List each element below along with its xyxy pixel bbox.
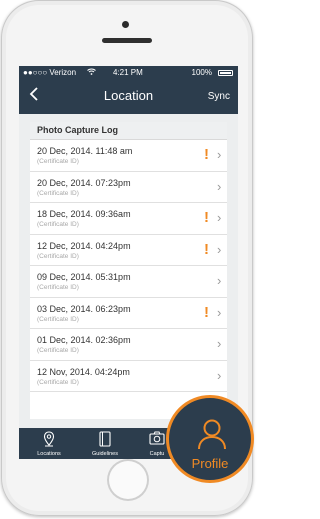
map-pin-icon xyxy=(43,431,55,452)
row-certificate: (Certificate ID) xyxy=(37,189,79,197)
row-certificate: (Certificate ID) xyxy=(37,378,79,386)
row-date: 03 Dec, 2014. 06:23pm xyxy=(37,303,131,314)
status-bar: ●●○○○ Verizon 4:21 PM 100% xyxy=(19,66,238,80)
warning-icon: ! xyxy=(204,146,209,163)
home-button[interactable] xyxy=(107,459,149,501)
profile-tab-highlight[interactable]: Profile xyxy=(166,395,254,483)
status-time: 4:21 PM xyxy=(113,68,143,77)
warning-icon: ! xyxy=(204,240,209,258)
card-header: Photo Capture Log xyxy=(30,122,227,140)
tab-locations[interactable]: Locations xyxy=(21,428,77,459)
log-list: 20 Dec, 2014. 11:48 am (Certificate ID) … xyxy=(30,140,227,392)
warning-icon: ! xyxy=(204,209,209,226)
log-row[interactable]: 09 Dec, 2014. 05:31pm (Certificate ID) › xyxy=(30,266,227,298)
chevron-right-icon: › xyxy=(217,178,222,194)
tab-label: Locations xyxy=(37,451,61,457)
row-date: 20 Dec, 2014. 11:48 am xyxy=(37,146,133,156)
row-certificate: (Certificate ID) xyxy=(37,284,79,291)
log-row[interactable]: 12 Nov, 2014. 04:24pm (Certificate ID) › xyxy=(30,361,227,392)
warning-icon: ! xyxy=(204,303,209,321)
log-row[interactable]: 20 Dec, 2014. 11:48 am (Certificate ID) … xyxy=(30,140,227,172)
row-certificate: (Certificate ID) xyxy=(37,252,79,260)
card-title: Photo Capture Log xyxy=(37,125,118,135)
camera-icon xyxy=(149,431,165,450)
row-date: 09 Dec, 2014. 05:31pm xyxy=(37,272,131,282)
log-row[interactable]: 20 Dec, 2014. 07:23pm (Certificate ID) › xyxy=(30,172,227,203)
row-certificate: (Certificate ID) xyxy=(37,221,79,228)
log-row[interactable]: 12 Dec, 2014. 04:24pm (Certificate ID) !… xyxy=(30,235,227,266)
chevron-right-icon: › xyxy=(217,304,222,320)
tab-guidelines[interactable]: Guidelines xyxy=(77,428,133,459)
tab-label: Guidelines xyxy=(92,451,118,457)
photo-log-card: Photo Capture Log 20 Dec, 2014. 11:48 am… xyxy=(30,122,227,419)
chevron-right-icon: › xyxy=(217,210,222,225)
log-row[interactable]: 03 Dec, 2014. 06:23pm (Certificate ID) !… xyxy=(30,298,227,329)
row-certificate: (Certificate ID) xyxy=(37,158,79,165)
carrier-label: ●●○○○ Verizon xyxy=(23,68,77,77)
chevron-right-icon: › xyxy=(217,273,222,288)
profile-tab-label: Profile xyxy=(191,456,229,471)
row-certificate: (Certificate ID) xyxy=(37,347,79,354)
nav-bar: Location Sync xyxy=(19,80,238,114)
sync-button[interactable]: Sync xyxy=(208,91,230,102)
chevron-right-icon: › xyxy=(217,147,222,162)
row-certificate: (Certificate ID) xyxy=(37,315,79,323)
row-date: 18 Dec, 2014. 09:36am xyxy=(37,209,131,219)
page-title: Location xyxy=(103,88,154,103)
front-camera xyxy=(122,21,129,28)
battery-icon xyxy=(218,70,233,76)
chevron-right-icon: › xyxy=(217,367,222,383)
row-date: 12 Nov, 2014. 04:24pm xyxy=(37,366,130,377)
row-date: 01 Dec, 2014. 02:36pm xyxy=(37,335,131,345)
user-icon xyxy=(197,418,227,455)
earpiece-speaker xyxy=(102,38,152,43)
battery-percent: 100% xyxy=(191,68,212,77)
document-icon xyxy=(99,431,112,452)
content-area: Photo Capture Log 20 Dec, 2014. 11:48 am… xyxy=(19,114,238,426)
log-row[interactable]: 18 Dec, 2014. 09:36am (Certificate ID) !… xyxy=(30,203,227,235)
row-date: 20 Dec, 2014. 07:23pm xyxy=(37,177,131,188)
row-date: 12 Dec, 2014. 04:24pm xyxy=(37,240,131,251)
log-row[interactable]: 01 Dec, 2014. 02:36pm (Certificate ID) › xyxy=(30,329,227,361)
chevron-right-icon: › xyxy=(217,241,222,257)
chevron-right-icon: › xyxy=(217,336,222,351)
wifi-icon xyxy=(87,66,96,80)
